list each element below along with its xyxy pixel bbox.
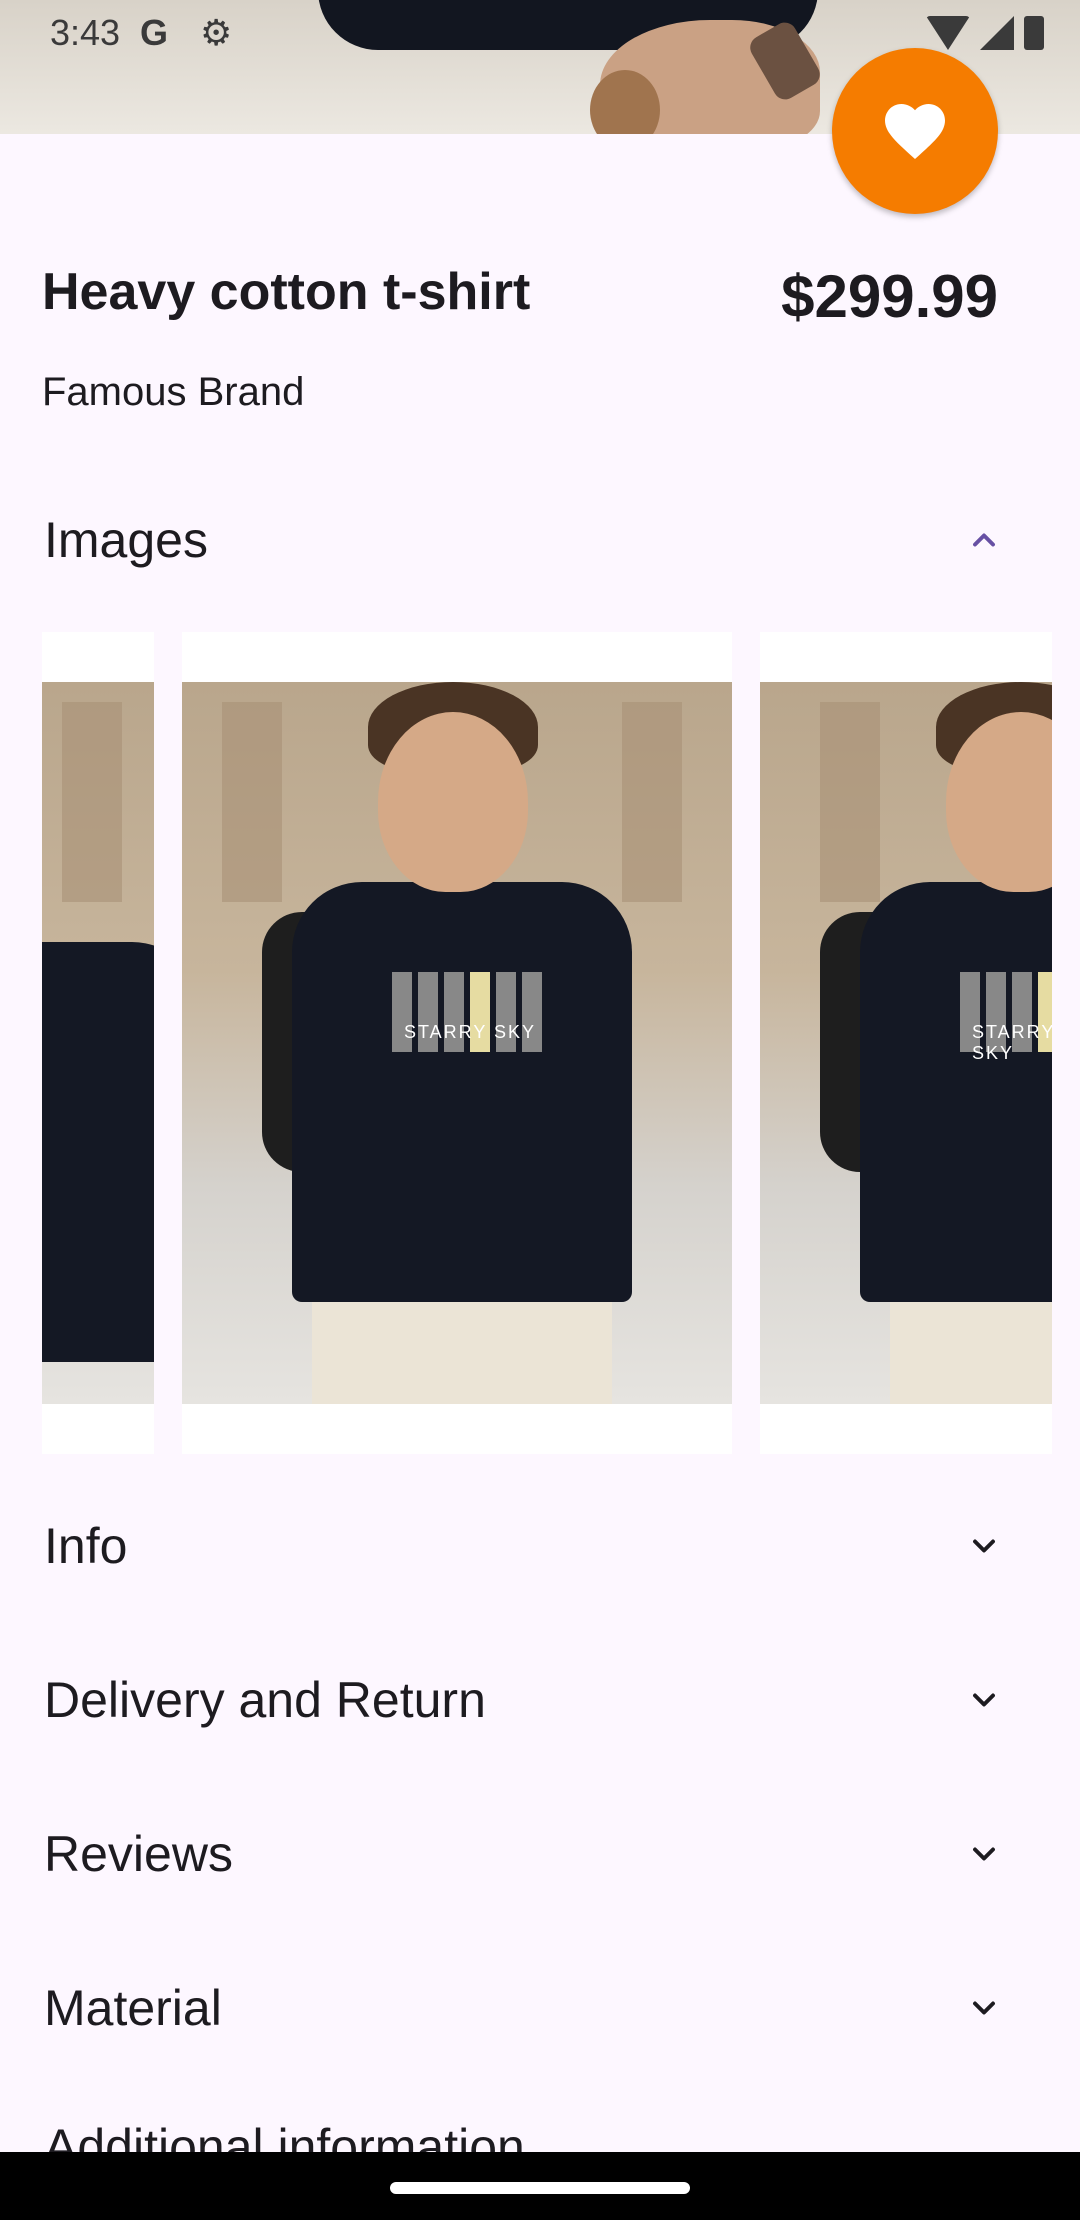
- image-carousel[interactable]: STARRY SKY STARRY SKY: [42, 632, 1052, 1454]
- settings-gear-icon: ⚙: [200, 12, 233, 53]
- chevron-down-icon: [966, 1682, 1002, 1718]
- section-label: Images: [44, 512, 208, 568]
- carousel-image[interactable]: STARRY SKY: [182, 632, 732, 1454]
- chevron-up-icon: [966, 522, 1002, 558]
- section-reviews[interactable]: Reviews: [0, 1794, 1080, 1914]
- section-label: Info: [44, 1518, 128, 1574]
- signal-icon: [980, 16, 1014, 50]
- product-title: Heavy cotton t-shirt: [42, 263, 531, 321]
- status-time: 3:43: [50, 12, 121, 53]
- chevron-down-icon: [966, 1990, 1002, 2026]
- favorite-button[interactable]: [832, 48, 998, 214]
- shirt-print-text: STARRY SKY: [972, 1022, 1052, 1063]
- chevron-down-icon: [966, 1836, 1002, 1872]
- carousel-image[interactable]: [42, 632, 154, 1454]
- section-info[interactable]: Info: [0, 1486, 1080, 1606]
- home-gesture-handle[interactable]: [390, 2182, 690, 2194]
- section-label: Delivery and Return: [44, 1672, 486, 1728]
- product-price: $299.99: [781, 263, 998, 330]
- section-images[interactable]: Images: [0, 480, 1080, 600]
- product-brand: Famous Brand: [42, 370, 305, 414]
- shirt-print-text: STARRY SKY: [404, 1022, 537, 1042]
- section-label: Reviews: [44, 1826, 233, 1882]
- system-navigation-bar: [0, 2152, 1080, 2220]
- section-label: Material: [44, 1980, 222, 2036]
- chevron-down-icon: [966, 1528, 1002, 1564]
- section-material[interactable]: Material: [0, 1948, 1080, 2068]
- wifi-icon: [926, 16, 970, 50]
- carousel-image[interactable]: STARRY SKY: [760, 632, 1052, 1454]
- battery-icon: [1024, 16, 1044, 50]
- section-delivery-and-return[interactable]: Delivery and Return: [0, 1640, 1080, 1760]
- heart-icon: [885, 104, 945, 160]
- google-icon: G: [140, 12, 169, 53]
- status-right-icons: [926, 12, 1044, 50]
